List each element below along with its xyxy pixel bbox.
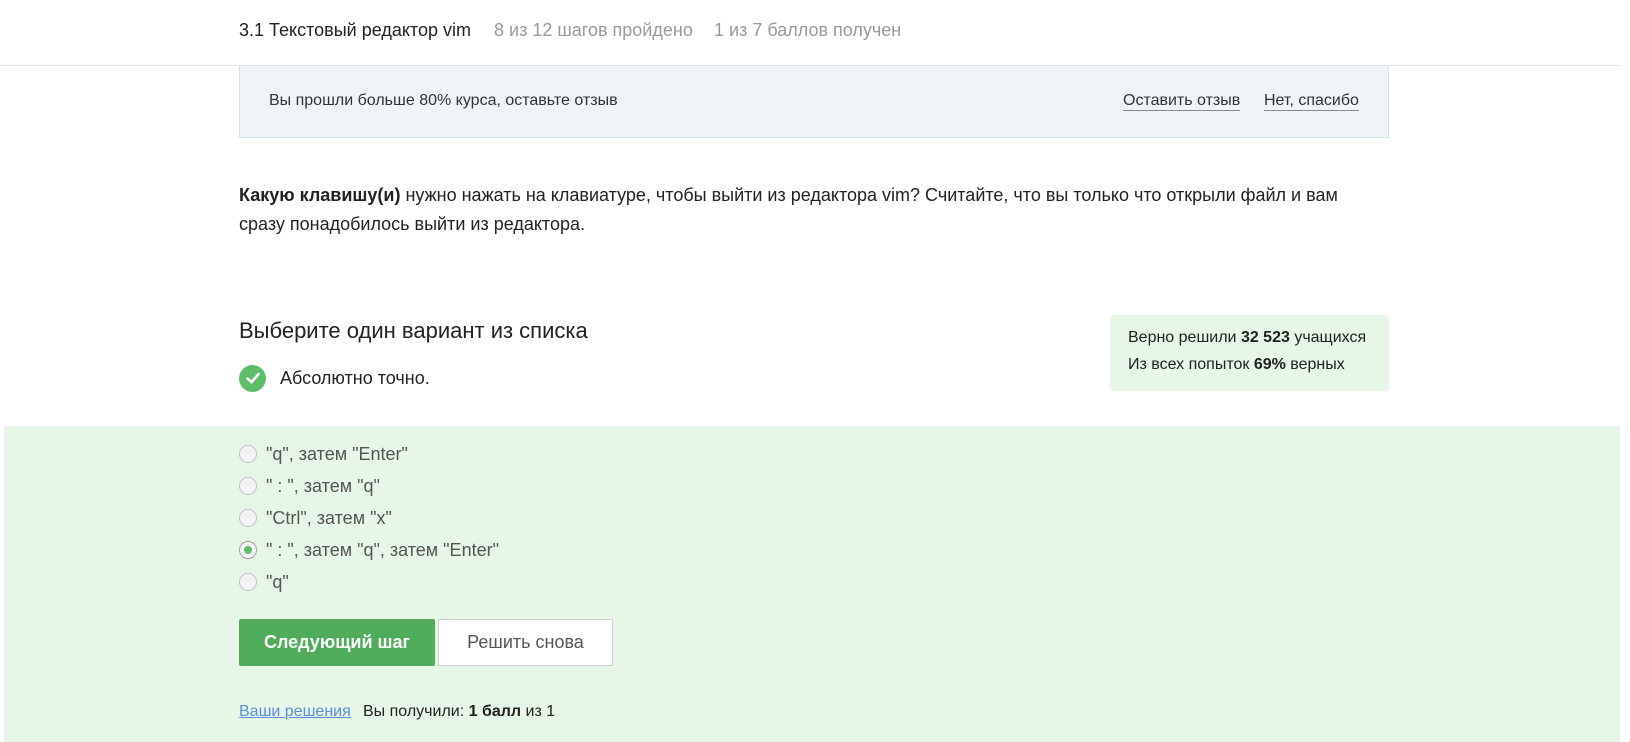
- lesson-title[interactable]: 3.1 Текстовый редактор vim: [239, 20, 471, 41]
- next-step-button[interactable]: Следующий шаг: [239, 619, 435, 666]
- solved-count: 32 523: [1240, 329, 1290, 346]
- option-label: " : ", затем "q", затем "Enter": [266, 539, 499, 560]
- question-rest: нужно нажать на клавиатуре, чтобы выйти …: [239, 185, 1338, 234]
- result-message: Абсолютно точно.: [239, 364, 430, 392]
- solved-count-line: Верно решили 32 523 учащихся: [1128, 329, 1366, 347]
- score-value: 1 балл: [468, 703, 522, 720]
- option-3[interactable]: " : ", затем "q", затем "Enter": [239, 539, 499, 561]
- feedback-banner: Вы прошли больше 80% курса, оставьте отз…: [239, 66, 1389, 138]
- option-label: "Ctrl", затем "x": [266, 507, 392, 528]
- radio-button-selected[interactable]: [239, 541, 257, 559]
- option-label: "q", затем "Enter": [266, 443, 408, 464]
- attempts-suffix: верных: [1285, 356, 1345, 373]
- attempts-line: Из всех попыток 69% верных: [1128, 356, 1345, 374]
- attempts-prefix: Из всех попыток: [1128, 356, 1254, 373]
- points-progress: 1 из 7 баллов получен: [714, 20, 902, 40]
- quiz-title: Выберите один вариант из списка: [239, 318, 588, 343]
- radio-button[interactable]: [239, 573, 257, 591]
- steps-progress: 8 из 12 шагов пройдено: [494, 20, 693, 40]
- score-suffix: из 1: [521, 703, 556, 720]
- score-text: Вы получили: 1 балл из 1: [363, 703, 555, 721]
- answer-area: "q", затем "Enter" " : ", затем "q" "Ctr…: [4, 426, 1624, 742]
- score-prefix: Вы получили:: [363, 703, 469, 720]
- attempts-percent: 69%: [1253, 356, 1286, 373]
- option-4[interactable]: "q": [239, 571, 289, 593]
- option-2[interactable]: "Ctrl", затем "x": [239, 507, 392, 529]
- your-solutions-link[interactable]: Ваши решения: [239, 703, 351, 721]
- result-text: Абсолютно точно.: [280, 367, 430, 388]
- feedback-text: Вы прошли больше 80% курса, оставьте отз…: [269, 92, 618, 109]
- check-icon: [239, 364, 266, 392]
- question-text: Какую клавишу(и) нужно нажать на клавиат…: [239, 181, 1369, 239]
- radio-button[interactable]: [239, 509, 257, 527]
- stats-box: Верно решили 32 523 учащихся Из всех поп…: [1110, 315, 1389, 391]
- scrollbar[interactable]: [1620, 0, 1630, 742]
- option-label: "q": [266, 571, 289, 592]
- option-1[interactable]: " : ", затем "q": [239, 475, 380, 497]
- retry-button[interactable]: Решить снова: [438, 619, 613, 666]
- no-thanks-link[interactable]: Нет, спасибо: [1264, 92, 1359, 111]
- option-0[interactable]: "q", затем "Enter": [239, 443, 408, 465]
- question-bold: Какую клавишу(и): [239, 185, 401, 205]
- solved-prefix: Верно решили: [1128, 329, 1241, 346]
- option-label: " : ", затем "q": [266, 475, 380, 496]
- top-bar: 3.1 Текстовый редактор vim 8 из 12 шагов…: [0, 0, 1630, 66]
- radio-button[interactable]: [239, 477, 257, 495]
- radio-button[interactable]: [239, 445, 257, 463]
- solved-suffix: учащихся: [1289, 329, 1367, 346]
- leave-review-link[interactable]: Оставить отзыв: [1123, 92, 1241, 111]
